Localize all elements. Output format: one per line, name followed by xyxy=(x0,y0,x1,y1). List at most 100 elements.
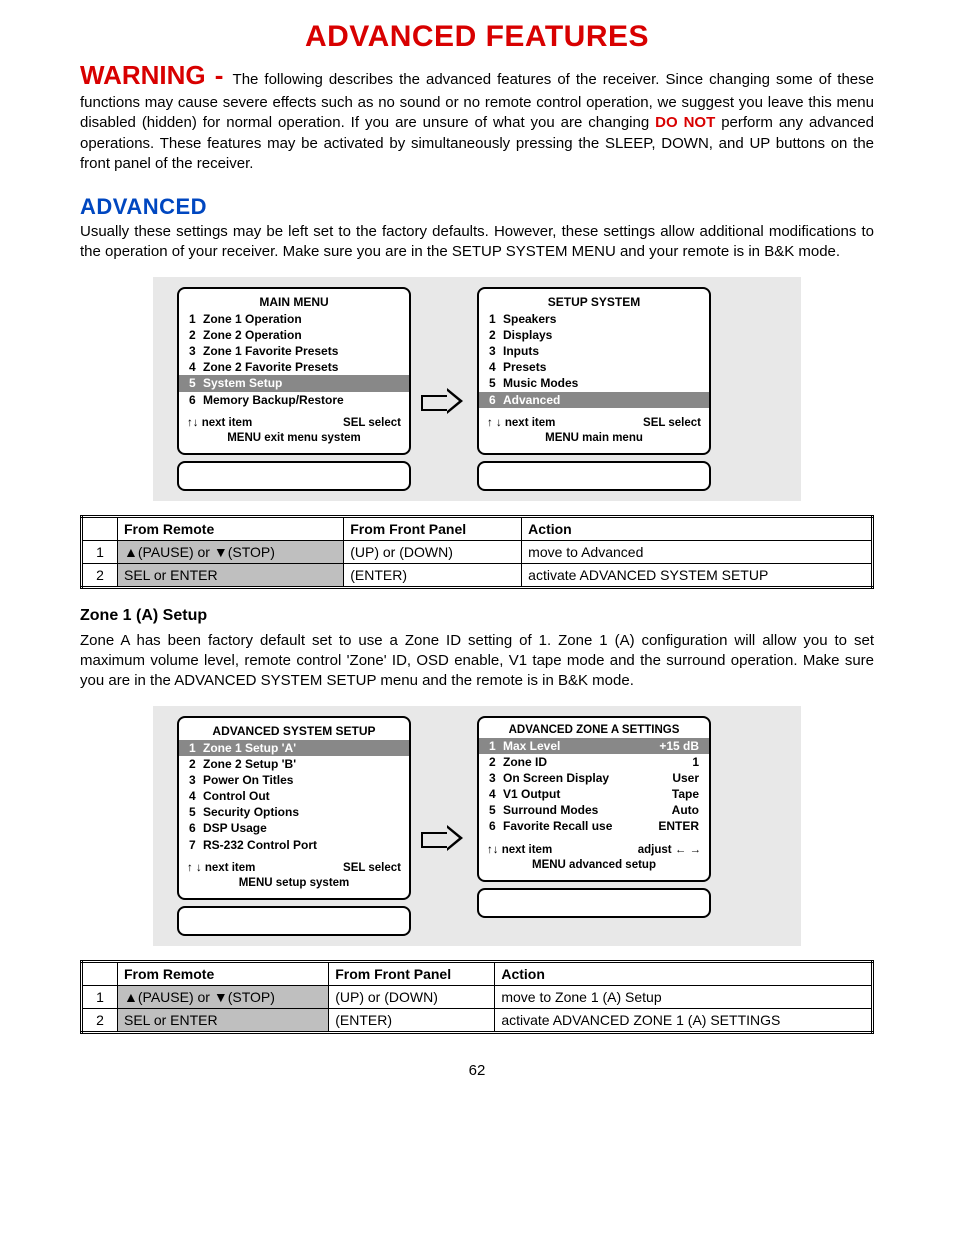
zone1-heading: Zone 1 (A) Setup xyxy=(80,607,874,625)
menu-item: 3Power On Titles xyxy=(179,772,409,788)
menu-item-label: Control Out xyxy=(203,788,399,804)
cell-action: move to Advanced xyxy=(522,540,873,563)
menu-item-number: 1 xyxy=(189,740,203,756)
row-number: 2 xyxy=(82,1008,118,1032)
screen-blank xyxy=(177,906,411,936)
menu-item-number: 6 xyxy=(489,818,503,834)
menu-item: 4V1 OutputTape xyxy=(479,786,709,802)
menu-item-label: Music Modes xyxy=(503,375,699,391)
menu-item: 6Memory Backup/Restore xyxy=(179,392,409,408)
menu-item: 3Zone 1 Favorite Presets xyxy=(179,343,409,359)
table-row: 1▲(PAUSE) or ▼(STOP)(UP) or (DOWN)move t… xyxy=(82,540,873,563)
menu-item: 2Zone 2 Setup 'B' xyxy=(179,756,409,772)
advanced-paragraph: Usually these settings may be left set t… xyxy=(80,222,874,263)
arrow-icon xyxy=(421,801,467,851)
menu-item: 5Music Modes xyxy=(479,375,709,391)
menu-item-label: Memory Backup/Restore xyxy=(203,392,399,408)
page-title: ADVANCED FEATURES xyxy=(80,20,874,54)
table-header-action: Action xyxy=(522,516,873,540)
table-row: 2SEL or ENTER(ENTER)activate ADVANCED ZO… xyxy=(82,1008,873,1032)
menu-item-label: Power On Titles xyxy=(203,772,399,788)
menu-item-label: System Setup xyxy=(203,375,399,391)
cell-remote: SEL or ENTER xyxy=(118,1008,329,1032)
menu-item-label: Max Level xyxy=(503,738,659,754)
menu-item-number: 2 xyxy=(489,327,503,343)
row-number: 2 xyxy=(82,563,118,587)
menu-item-number: 1 xyxy=(189,311,203,327)
advanced-heading: ADVANCED xyxy=(80,194,874,220)
menu-item: 1Max Level+15 dB xyxy=(479,738,709,754)
menu-item-value: +15 dB xyxy=(659,738,699,754)
footer-menu: MENU main menu xyxy=(487,431,701,447)
menu-item-label: Surround Modes xyxy=(503,802,672,818)
menu-item-label: Zone 1 Operation xyxy=(203,311,399,327)
menu-item: 5Surround ModesAuto xyxy=(479,802,709,818)
screen-area-2: ADVANCED SYSTEM SETUP 1Zone 1 Setup 'A'2… xyxy=(153,706,801,946)
menu-item-label: Speakers xyxy=(503,311,699,327)
menu-item-number: 1 xyxy=(489,311,503,327)
screen-title: SETUP SYSTEM xyxy=(479,295,709,311)
cell-action: move to Zone 1 (A) Setup xyxy=(495,985,873,1008)
menu-item-number: 6 xyxy=(189,820,203,836)
menu-item: 2Zone ID1 xyxy=(479,754,709,770)
menu-item-number: 6 xyxy=(489,392,503,408)
menu-item: 6DSP Usage xyxy=(179,820,409,836)
screen-blank xyxy=(477,888,711,918)
footer-nav: ↑↓ next item xyxy=(187,416,252,432)
menu-item: 6Favorite Recall useENTER xyxy=(479,818,709,834)
page-number: 62 xyxy=(80,1062,874,1079)
menu-item-label: Presets xyxy=(503,359,699,375)
menu-item: 1Zone 1 Setup 'A' xyxy=(179,740,409,756)
setup-system-screen: SETUP SYSTEM 1Speakers2Displays3Inputs4P… xyxy=(477,287,711,455)
instruction-table-2: From Remote From Front Panel Action 1▲(P… xyxy=(80,960,874,1034)
footer-select: SEL select xyxy=(343,416,401,432)
menu-item-label: Zone 1 Setup 'A' xyxy=(203,740,399,756)
menu-item: 2Displays xyxy=(479,327,709,343)
menu-item-value: Tape xyxy=(672,786,699,802)
menu-item-value: Auto xyxy=(672,802,699,818)
instruction-table-1: From Remote From Front Panel Action 1▲(P… xyxy=(80,515,874,589)
menu-item: 1Zone 1 Operation xyxy=(179,311,409,327)
menu-item-label: Zone 2 Operation xyxy=(203,327,399,343)
menu-item-label: Zone 2 Favorite Presets xyxy=(203,359,399,375)
screen-blank xyxy=(477,461,711,491)
screen-blank xyxy=(177,461,411,491)
zone-a-settings-screen: ADVANCED ZONE A SETTINGS 1Max Level+15 d… xyxy=(477,716,711,882)
menu-item-label: Inputs xyxy=(503,343,699,359)
footer-adjust: adjust ← → xyxy=(638,843,701,859)
footer-nav: ↑ ↓ next item xyxy=(187,861,255,877)
warning-paragraph: WARNING - The following describes the ad… xyxy=(80,58,874,174)
cell-panel: (ENTER) xyxy=(329,1008,495,1032)
menu-item-number: 5 xyxy=(489,802,503,818)
menu-item-label: RS-232 Control Port xyxy=(203,837,399,853)
menu-item-number: 3 xyxy=(189,343,203,359)
menu-item-label: V1 Output xyxy=(503,786,672,802)
menu-item: 5System Setup xyxy=(179,375,409,391)
table-row: 1▲(PAUSE) or ▼(STOP)(UP) or (DOWN)move t… xyxy=(82,985,873,1008)
screen-area-1: MAIN MENU 1Zone 1 Operation2Zone 2 Opera… xyxy=(153,277,801,501)
screen-title: MAIN MENU xyxy=(179,295,409,311)
footer-menu: MENU advanced setup xyxy=(487,858,701,874)
menu-item-number: 3 xyxy=(489,343,503,359)
menu-item-number: 4 xyxy=(189,788,203,804)
menu-item: 4Presets xyxy=(479,359,709,375)
menu-item-number: 2 xyxy=(489,754,503,770)
cell-remote: ▲(PAUSE) or ▼(STOP) xyxy=(118,540,344,563)
menu-item: 7RS-232 Control Port xyxy=(179,837,409,853)
cell-panel: (UP) or (DOWN) xyxy=(329,985,495,1008)
menu-item-number: 3 xyxy=(489,770,503,786)
menu-item: 3On Screen DisplayUser xyxy=(479,770,709,786)
menu-item-label: Favorite Recall use xyxy=(503,818,658,834)
warning-label: WARNING - xyxy=(80,60,233,90)
footer-select: SEL select xyxy=(343,861,401,877)
menu-item-label: Zone ID xyxy=(503,754,692,770)
footer-menu: MENU exit menu system xyxy=(187,431,401,447)
menu-item: 4Zone 2 Favorite Presets xyxy=(179,359,409,375)
menu-item-number: 1 xyxy=(489,738,503,754)
main-menu-screen: MAIN MENU 1Zone 1 Operation2Zone 2 Opera… xyxy=(177,287,411,455)
menu-item-number: 7 xyxy=(189,837,203,853)
cell-action: activate ADVANCED ZONE 1 (A) SETTINGS xyxy=(495,1008,873,1032)
menu-item-number: 2 xyxy=(189,327,203,343)
cell-panel: (ENTER) xyxy=(344,563,522,587)
arrow-icon xyxy=(421,364,467,414)
